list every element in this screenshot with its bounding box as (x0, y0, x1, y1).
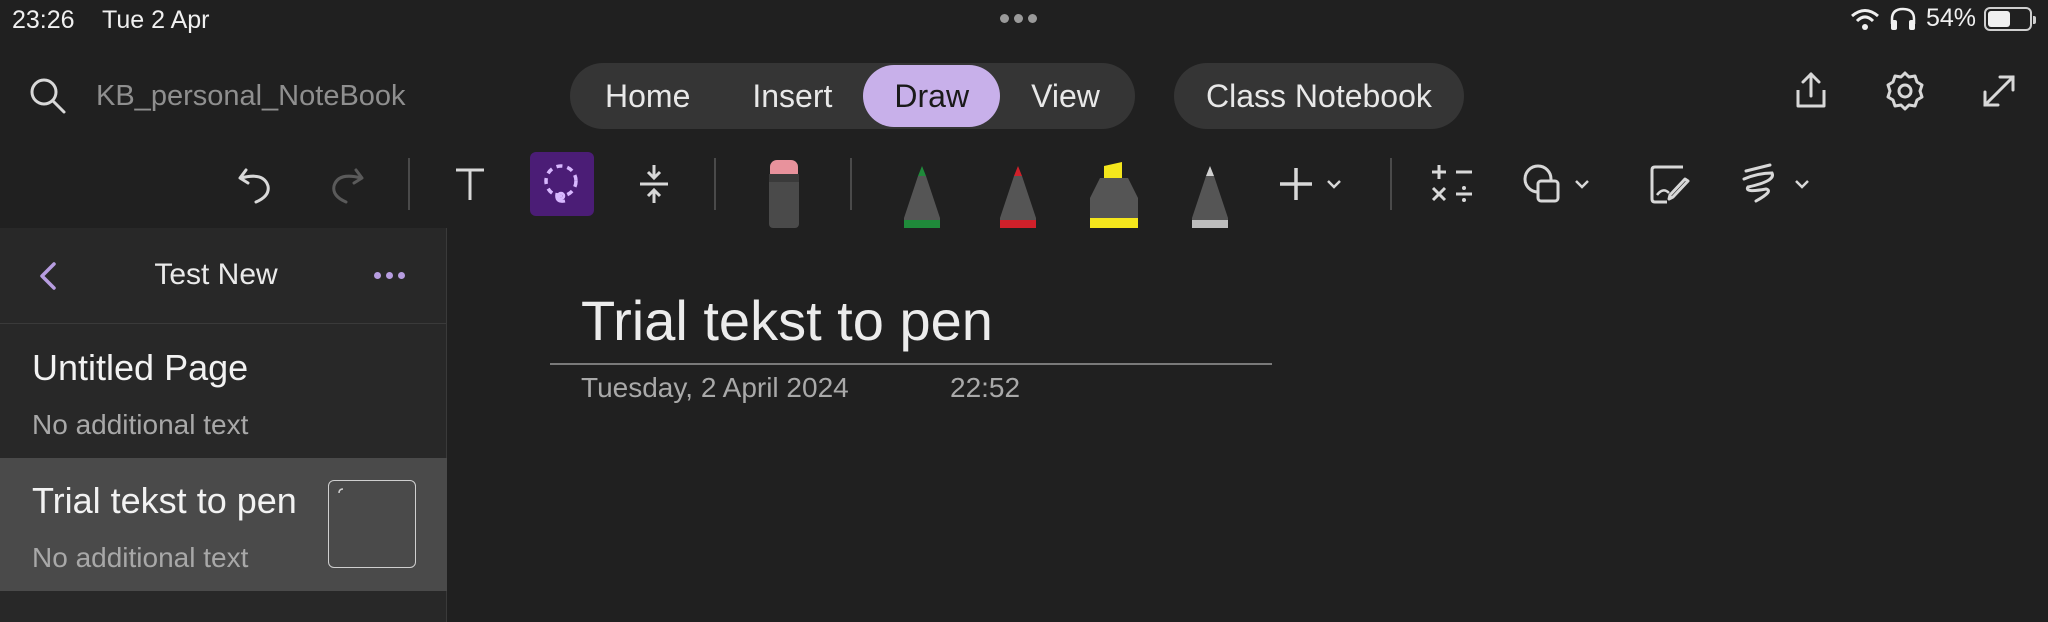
page-list-item-selected[interactable]: Trial tekst to pen No additional text (0, 458, 447, 591)
status-date: Tue 2 Apr (102, 6, 210, 34)
add-pen-icon[interactable] (1272, 158, 1352, 210)
notebook-name[interactable]: KB_personal_NoteBook (96, 80, 406, 113)
class-notebook-button[interactable]: Class Notebook (1174, 63, 1464, 129)
tab-draw[interactable]: Draw (863, 65, 1001, 127)
redo-icon (320, 158, 372, 210)
more-options-icon[interactable] (374, 272, 405, 279)
toolbar-divider (408, 158, 410, 210)
title-underline (550, 363, 1272, 365)
status-time: 23:26 (12, 6, 75, 34)
ink-to-shape-icon[interactable] (1736, 158, 1816, 210)
tab-insert[interactable]: Insert (721, 65, 863, 127)
share-icon[interactable] (1788, 68, 1834, 114)
status-indicators: 54% (1850, 4, 2036, 33)
page-thumbnail (328, 480, 416, 568)
undo-icon[interactable] (230, 158, 282, 210)
toolbar-divider (850, 158, 852, 210)
yellow-highlighter-icon[interactable] (1084, 162, 1144, 228)
toolbar-divider (714, 158, 716, 210)
page-list-sidebar: Test New Untitled Page No additional tex… (0, 228, 447, 622)
shapes-icon[interactable] (1518, 158, 1598, 210)
battery-icon (1984, 6, 2036, 31)
section-title: Test New (154, 258, 278, 291)
fullscreen-icon[interactable] (1976, 68, 2022, 114)
battery-percent: 54% (1925, 4, 1976, 32)
note-canvas[interactable]: Trial tekst to pen Tuesday, 2 April 2024… (448, 228, 2048, 622)
type-text-icon[interactable] (444, 158, 496, 210)
red-pen-icon[interactable] (990, 164, 1046, 228)
math-icon[interactable] (1424, 158, 1480, 210)
page-list-item[interactable]: Untitled Page No additional text (0, 325, 447, 458)
multitasking-dots-icon[interactable] (1000, 14, 1037, 23)
page-title: Untitled Page (32, 347, 249, 388)
gray-pencil-icon[interactable] (1182, 164, 1238, 228)
draw-toolbar (0, 140, 2048, 228)
note-title[interactable]: Trial tekst to pen (581, 288, 993, 353)
insert-space-icon[interactable] (628, 158, 680, 210)
wifi-icon (1850, 8, 1879, 30)
top-actions (1788, 68, 2022, 114)
toolbar-divider (1390, 158, 1392, 210)
eraser-icon[interactable] (756, 158, 812, 228)
settings-icon[interactable] (1882, 68, 1928, 114)
page-preview-text: No additional text (32, 409, 249, 440)
page-preview-text: No additional text (32, 542, 249, 573)
note-time: 22:52 (950, 372, 1021, 403)
ribbon-tabs: Home Insert Draw View (570, 63, 1135, 129)
lasso-select-icon[interactable] (530, 152, 594, 216)
search-icon[interactable] (26, 74, 70, 118)
headphones-icon (1890, 7, 1916, 30)
ink-to-text-icon[interactable] (1642, 158, 1698, 210)
tab-view[interactable]: View (1000, 65, 1131, 127)
tab-home[interactable]: Home (574, 65, 721, 127)
section-header: Test New (0, 228, 447, 324)
note-date: Tuesday, 2 April 2024 (581, 372, 849, 403)
top-bar: KB_personal_NoteBook Home Insert Draw Vi… (0, 54, 2048, 138)
status-bar: 23:26 Tue 2 Apr 54% (0, 0, 2048, 40)
green-pen-icon[interactable] (894, 164, 950, 228)
page-title: Trial tekst to pen (32, 480, 297, 521)
